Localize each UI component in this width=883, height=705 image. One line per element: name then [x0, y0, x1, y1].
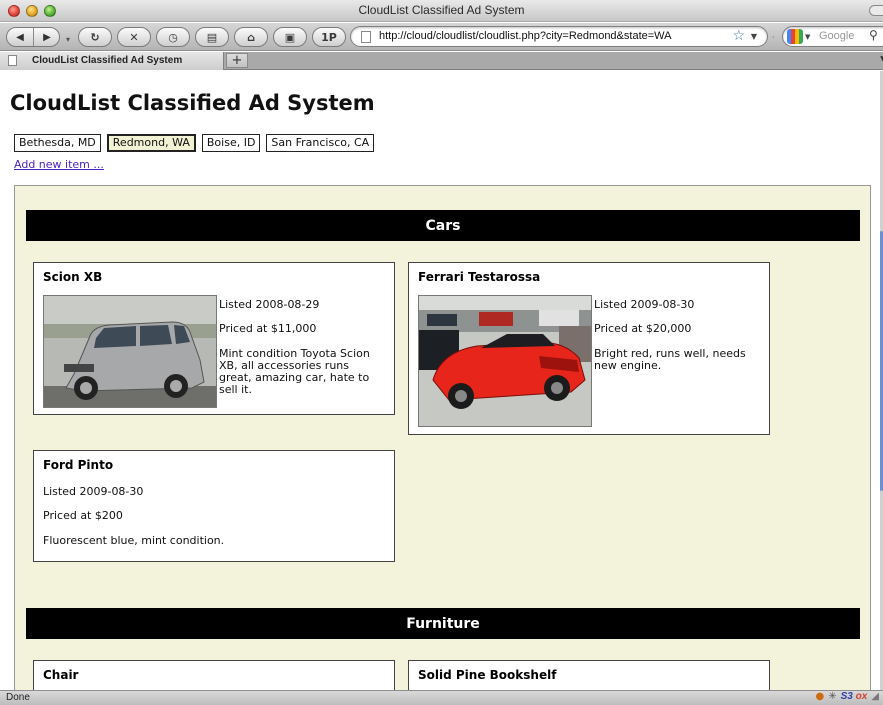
classified-listings: Cars Scion XB Listed 2008-08-29 Priced a…: [14, 185, 871, 690]
clock-icon: ◷: [168, 30, 178, 44]
new-tab-button[interactable]: +: [226, 53, 248, 68]
tab-label: CloudList Classified Ad System: [32, 55, 183, 66]
history-dropdown-icon[interactable]: ▾: [66, 35, 70, 44]
ad-title[interactable]: Ferrari Testarossa: [418, 270, 540, 284]
back-forward-buttons: ◀ ▶: [6, 27, 60, 47]
stop-icon: ✕: [129, 30, 139, 44]
ad-photo-scion[interactable]: [43, 295, 217, 408]
s3fox-addon-icon[interactable]: S3 ox: [841, 691, 868, 702]
forward-button[interactable]: ▶: [34, 28, 60, 46]
tab-cloudlist[interactable]: CloudList Classified Ad System: [0, 52, 224, 70]
add-new-item-link[interactable]: Add new item ...: [14, 158, 104, 171]
ad-title[interactable]: Solid Pine Bookshelf: [418, 668, 556, 682]
ad-listed-date: Listed 2008-08-29: [219, 298, 320, 311]
ad-title[interactable]: Scion XB: [43, 270, 102, 284]
bookmark-star-icon[interactable]: ☆: [732, 28, 745, 44]
firebug-icon[interactable]: ●: [815, 691, 824, 702]
home-icon: ⌂: [247, 30, 255, 44]
separator-dot: ·: [772, 33, 775, 42]
back-arrow-icon: ◀: [16, 31, 24, 43]
search-input[interactable]: Google: [819, 30, 854, 42]
car-photo-icon: [419, 296, 591, 426]
ad-card-solid-pine-bookshelf[interactable]: Solid Pine Bookshelf: [408, 660, 770, 690]
city-selector: Bethesda, MD Redmond, WA Boise, ID San F…: [14, 134, 375, 152]
ad-listed-date: Listed 2009-08-30: [43, 485, 144, 498]
ad-card-ferrari-testarossa[interactable]: Ferrari Testarossa Listed 2009-08-30 Pri…: [408, 262, 770, 435]
status-addons: ● ✳ S3 ox ◢: [815, 691, 879, 702]
search-icon[interactable]: ⚲: [869, 28, 878, 42]
page-title: CloudList Classified Ad System: [10, 91, 375, 115]
s3fox-label-a: S3: [840, 691, 853, 702]
bookmark-icon: ▣: [284, 30, 296, 44]
resize-grip-icon[interactable]: ◢: [871, 691, 879, 702]
back-button[interactable]: ◀: [7, 28, 33, 46]
url-dropdown-icon[interactable]: ▼: [751, 32, 757, 41]
ad-card-chair[interactable]: Chair: [33, 660, 395, 690]
tab-page-icon: [8, 55, 17, 66]
toolbar-toggle-button[interactable]: [869, 5, 883, 16]
ad-photo-ferrari[interactable]: [418, 295, 592, 427]
city-button-boise[interactable]: Boise, ID: [201, 134, 261, 152]
ad-card-ford-pinto[interactable]: Ford Pinto Listed 2009-08-30 Priced at $…: [33, 450, 395, 562]
category-header-cars: Cars: [26, 210, 860, 241]
history-button[interactable]: ◷: [156, 27, 190, 47]
status-text: Done: [6, 692, 30, 703]
search-bar[interactable]: ▼ Google ⚲: [782, 26, 883, 47]
navigation-toolbar: ◀ ▶ ▾ ↻ ✕ ◷ ▤ ⌂ ▣ 1P http://cloud/cloudl…: [0, 23, 883, 51]
page-favicon-icon: [361, 31, 371, 43]
ad-price: Priced at $20,000: [594, 322, 692, 335]
stop-button[interactable]: ✕: [117, 27, 151, 47]
search-engine-dropdown-icon[interactable]: ▼: [805, 33, 810, 41]
address-bar[interactable]: http://cloud/cloudlist/cloudlist.php?cit…: [350, 26, 768, 47]
google-logo-icon[interactable]: [787, 29, 803, 44]
page-viewport: CloudList Classified Ad System Bethesda,…: [0, 71, 883, 690]
onepassword-label: 1P: [321, 30, 337, 44]
city-button-bethesda[interactable]: Bethesda, MD: [14, 134, 101, 152]
downloads-button[interactable]: ▤: [195, 27, 229, 47]
download-box-icon: ▤: [206, 30, 218, 44]
ad-price: Priced at $200: [43, 509, 123, 522]
ad-description: Bright red, runs well, needs new engine.: [594, 347, 746, 372]
status-bar: Done ● ✳ S3 ox ◢: [0, 690, 883, 705]
ad-description: Fluorescent blue, mint condition.: [43, 534, 225, 547]
tab-bar: CloudList Classified Ad System + ▼: [0, 52, 883, 70]
gear-icon[interactable]: ✳: [828, 691, 836, 702]
ad-title[interactable]: Chair: [43, 668, 78, 682]
bookmark-button[interactable]: ▣: [273, 27, 307, 47]
reload-icon: ↻: [90, 30, 100, 44]
plus-icon: +: [231, 53, 243, 68]
category-header-furniture: Furniture: [26, 608, 860, 639]
reload-button[interactable]: ↻: [78, 27, 112, 47]
onepassword-button[interactable]: 1P: [312, 27, 346, 47]
ad-description: Mint condition Toyota Scion XB, all acce…: [219, 347, 370, 396]
url-text[interactable]: http://cloud/cloudlist/cloudlist.php?cit…: [379, 30, 671, 42]
forward-arrow-icon: ▶: [43, 31, 51, 43]
car-photo-icon: [44, 296, 216, 407]
window-titlebar: CloudList Classified Ad System: [0, 0, 883, 22]
city-button-redmond[interactable]: Redmond, WA: [106, 134, 196, 152]
ad-card-scion-xb[interactable]: Scion XB Listed 2008-08-29 Priced at $11…: [33, 262, 395, 415]
home-button[interactable]: ⌂: [234, 27, 268, 47]
ad-price: Priced at $11,000: [219, 322, 317, 335]
s3fox-label-b: ox: [855, 691, 868, 702]
ad-listed-date: Listed 2009-08-30: [594, 298, 695, 311]
ad-title[interactable]: Ford Pinto: [43, 458, 113, 472]
city-button-san-francisco[interactable]: San Francisco, CA: [266, 134, 375, 152]
window-title: CloudList Classified Ad System: [358, 3, 525, 17]
